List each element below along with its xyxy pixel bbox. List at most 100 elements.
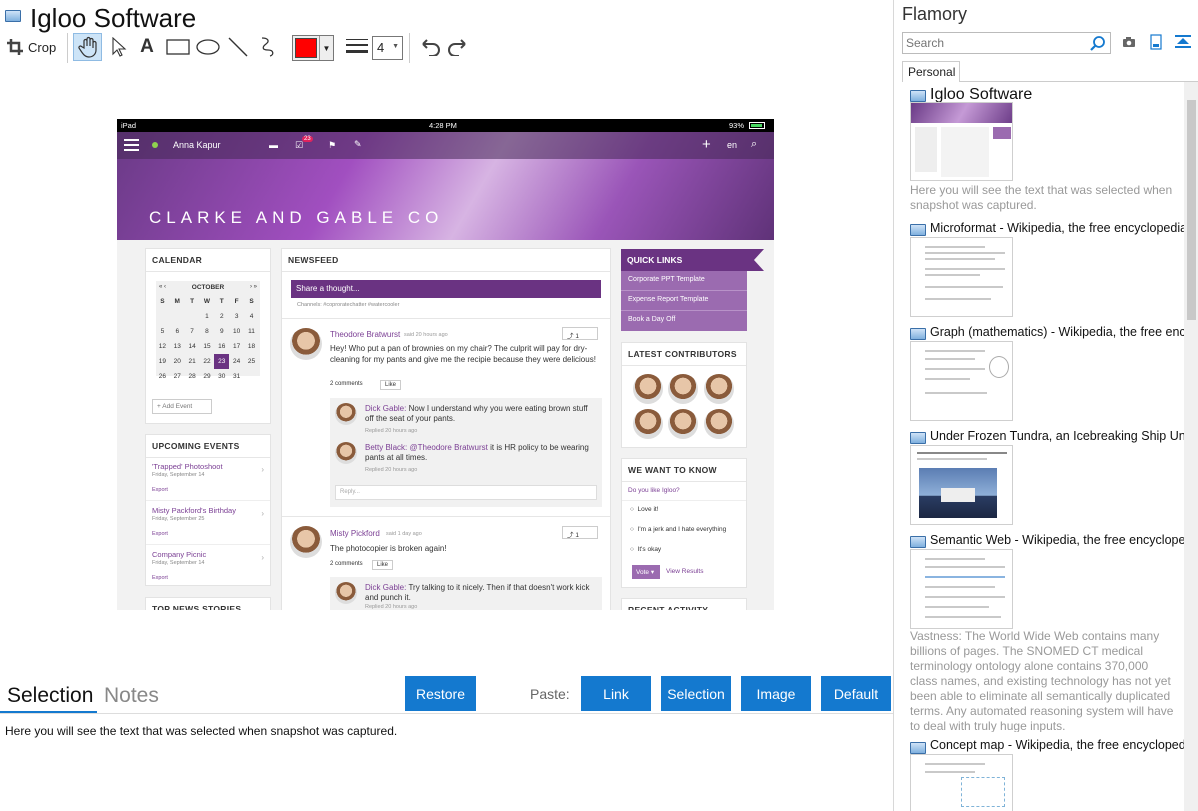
undo-button[interactable] — [416, 33, 442, 61]
menu-icon[interactable] — [124, 139, 139, 151]
crop-button[interactable]: Crop — [6, 33, 58, 61]
entry-thumbnail[interactable] — [910, 237, 1013, 317]
avatar[interactable] — [633, 374, 663, 404]
search-icon[interactable]: ⌕ — [751, 138, 757, 151]
avatar[interactable] — [633, 409, 663, 439]
reply-input[interactable]: Reply... — [335, 485, 597, 500]
comments-toggle[interactable]: 2 comments — [330, 561, 363, 567]
line-tool-button[interactable] — [226, 33, 250, 61]
quick-link-item[interactable]: Book a Day Off — [621, 311, 747, 331]
line-width-select[interactable]: 4 ▼ — [372, 36, 403, 60]
calendar-day[interactable]: 24 — [229, 354, 244, 369]
calendar-day[interactable]: 23 — [214, 354, 230, 369]
poll-option[interactable]: ○ Love it! — [630, 506, 659, 513]
calendar-day[interactable]: 17 — [229, 339, 244, 354]
camera-icon[interactable] — [1122, 36, 1136, 48]
hand-tool-button[interactable] — [73, 33, 102, 61]
calendar-day[interactable]: 30 — [214, 369, 229, 384]
calendar-day[interactable]: 13 — [170, 339, 185, 354]
calendar-day[interactable]: 12 — [155, 339, 170, 354]
list-item[interactable]: Company Picnic Friday, September 14 Expo… — [146, 545, 270, 587]
poll-option[interactable]: ○ It's okay — [630, 546, 661, 553]
calendar-day[interactable]: 5 — [155, 324, 170, 339]
calendar-day[interactable]: 19 — [155, 354, 170, 369]
avatar[interactable] — [704, 409, 734, 439]
select-tool-button[interactable] — [107, 33, 131, 61]
calendar-day[interactable]: 22 — [200, 354, 215, 369]
scrollbar-thumb[interactable] — [1187, 100, 1196, 320]
vote-button[interactable]: Vote ▾ — [632, 565, 660, 579]
snapshot-image[interactable]: iPad 4:28 PM 93% Anna Kapur ▬ ☑ 23 ⚑ ✎ +… — [117, 119, 774, 610]
search-icon[interactable] — [1090, 36, 1106, 51]
poll-option[interactable]: ○ I'm a jerk and I hate everything — [630, 526, 726, 533]
like-button[interactable]: Like — [372, 560, 394, 570]
calendar-widget[interactable]: OCTOBER « ‹ › » SMTWTFS 1 2 3 4 5 6 7 8 9 10 11 12 1… — [155, 281, 260, 380]
collapse-icon[interactable] — [1175, 35, 1191, 49]
calendar-day[interactable]: 2 — [214, 309, 229, 324]
entry-thumbnail[interactable] — [910, 341, 1013, 421]
language-switch[interactable]: en — [727, 140, 737, 150]
quick-link-item[interactable]: Corporate PPT Template — [621, 271, 747, 291]
calendar-day[interactable]: 28 — [185, 369, 200, 384]
entry-title[interactable]: Semantic Web - Wikipedia, the free encyc… — [930, 533, 1184, 547]
calendar-day[interactable]: 18 — [244, 339, 259, 354]
calendar-day[interactable]: 11 — [244, 324, 259, 339]
quick-link-item[interactable]: Expense Report Template — [621, 291, 747, 311]
compose-icon[interactable]: ✎ — [354, 139, 362, 150]
calendar-day[interactable]: 10 — [229, 324, 244, 339]
tab-selection[interactable]: Selection — [7, 684, 93, 708]
redo-button[interactable] — [446, 33, 472, 61]
calendar-day[interactable]: 4 — [244, 309, 259, 324]
reply-author[interactable]: Betty Black: — [365, 443, 407, 452]
avatar[interactable] — [668, 374, 698, 404]
calendar-day[interactable]: 29 — [200, 369, 215, 384]
calendar-day[interactable]: 16 — [214, 339, 229, 354]
reply-mention[interactable]: @Theodore Bratwurst — [409, 443, 487, 452]
selection-text[interactable]: Here you will see the text that was sele… — [5, 724, 397, 738]
avatar[interactable] — [290, 526, 322, 558]
entry-title[interactable]: Graph (mathematics) - Wikipedia, the fre… — [930, 325, 1184, 339]
entry-thumbnail[interactable] — [910, 754, 1013, 811]
list-item[interactable]: 'Trapped' Photoshoot Friday, September 1… — [146, 457, 270, 501]
post-author[interactable]: Misty Pickford — [330, 529, 380, 538]
calendar-day[interactable]: 1 — [200, 309, 215, 324]
avatar[interactable] — [335, 442, 357, 464]
tab-personal[interactable]: Personal — [902, 61, 960, 82]
prev-month-icon[interactable]: « ‹ — [159, 284, 166, 290]
calendar-day[interactable]: 27 — [170, 369, 185, 384]
share-count-button[interactable]: ⤴ 1 — [562, 526, 598, 539]
avatar[interactable] — [704, 374, 734, 404]
entry-title[interactable]: Microformat - Wikipedia, the free encycl… — [930, 221, 1184, 235]
scrollbar[interactable] — [1184, 82, 1198, 811]
calendar-day[interactable]: 6 — [170, 324, 185, 339]
avatar[interactable] — [668, 409, 698, 439]
restore-button[interactable]: Restore — [405, 676, 476, 711]
view-results-link[interactable]: View Results — [666, 568, 703, 575]
share-count-button[interactable]: ⤴ 1 — [562, 327, 598, 340]
user-name[interactable]: Anna Kapur — [173, 140, 221, 150]
messages-icon[interactable]: ▬ — [269, 140, 278, 150]
freehand-tool-button[interactable] — [256, 33, 280, 61]
color-picker[interactable]: ▼ — [292, 35, 334, 61]
like-button[interactable]: Like — [380, 380, 402, 390]
entry-thumbnail[interactable] — [910, 102, 1013, 181]
paste-link-button[interactable]: Link — [581, 676, 651, 711]
calendar-day[interactable]: 31 — [229, 369, 244, 384]
export-link[interactable]: Export — [152, 531, 168, 537]
calendar-day[interactable]: 3 — [229, 309, 244, 324]
tasks-icon[interactable]: ☑ — [295, 140, 303, 151]
search-field[interactable] — [902, 32, 1111, 54]
avatar[interactable] — [290, 328, 322, 360]
ellipse-tool-button[interactable] — [195, 33, 221, 61]
calendar-day[interactable]: 7 — [185, 324, 200, 339]
next-month-icon[interactable]: › » — [250, 284, 257, 290]
line-width-button[interactable] — [345, 33, 369, 61]
avatar[interactable] — [335, 403, 357, 425]
paste-selection-button[interactable]: Selection — [661, 676, 731, 711]
calendar-day[interactable]: 20 — [170, 354, 185, 369]
entry-title[interactable]: Concept map - Wikipedia, the free encycl… — [930, 738, 1184, 752]
paste-image-button[interactable]: Image — [741, 676, 811, 711]
add-icon[interactable]: + — [702, 136, 711, 153]
text-tool-button[interactable]: A — [136, 33, 158, 61]
entry-title[interactable]: Under Frozen Tundra, an Icebreaking Ship… — [930, 429, 1184, 443]
